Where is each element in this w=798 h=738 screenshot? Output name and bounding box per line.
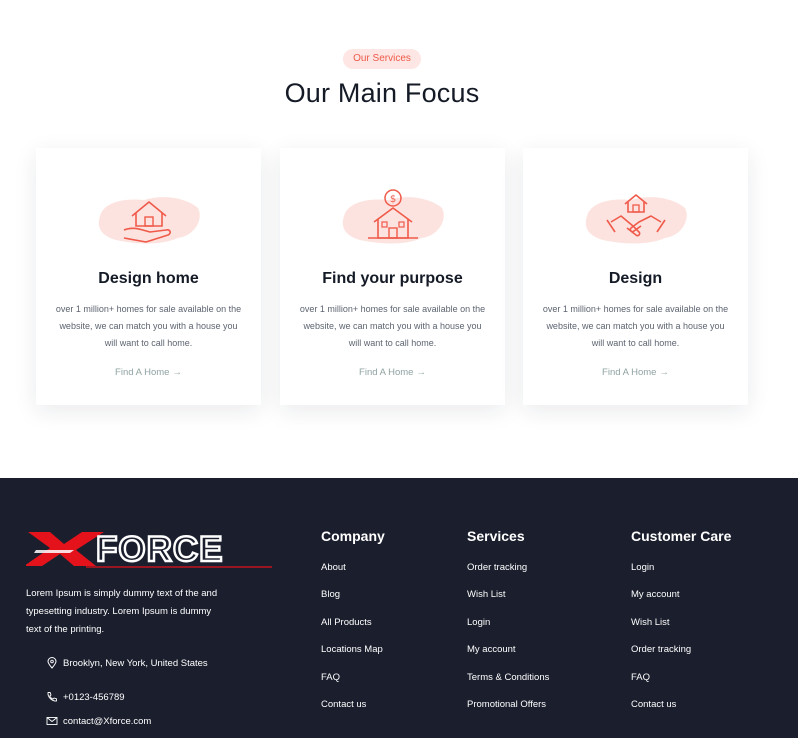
svg-text:FORCE: FORCE bbox=[96, 530, 224, 569]
footer-link-wish-list[interactable]: Wish List bbox=[467, 589, 549, 616]
card-description: over 1 million+ homes for sale available… bbox=[299, 304, 486, 348]
card-description: over 1 million+ homes for sale available… bbox=[542, 304, 729, 348]
footer-column-company: Company About Blog All Products Location… bbox=[321, 528, 385, 726]
footer-link-contact-us[interactable]: Contact us bbox=[321, 699, 385, 726]
link-list: Order tracking Wish List Login My accoun… bbox=[467, 562, 549, 726]
footer-link-faq[interactable]: FAQ bbox=[321, 672, 385, 699]
footer-link-contact-us[interactable]: Contact us bbox=[631, 699, 731, 726]
find-a-home-link[interactable]: Find A Home → bbox=[36, 367, 261, 378]
link-label: Find A Home bbox=[602, 367, 657, 378]
services-section: Our Services Our Main Focus Design home … bbox=[0, 0, 798, 478]
footer-link-all-products[interactable]: All Products bbox=[321, 617, 385, 644]
footer-link-faq[interactable]: FAQ bbox=[631, 672, 731, 699]
link-list: About Blog All Products Locations Map FA… bbox=[321, 562, 385, 726]
contact-email[interactable]: contact@Xforce.com bbox=[46, 715, 151, 727]
arrow-right-icon: → bbox=[659, 367, 669, 378]
contact-phone[interactable]: +0123-456789 bbox=[46, 691, 125, 703]
site-footer: FORCE Lorem Ipsum is simply dummy text o… bbox=[0, 478, 798, 738]
column-title: Customer Care bbox=[631, 528, 732, 544]
find-a-home-link[interactable]: Find A Home → bbox=[280, 367, 505, 378]
service-card: Design home over 1 million+ homes for sa… bbox=[36, 148, 261, 405]
link-label: Find A Home bbox=[115, 367, 170, 378]
footer-link-order-tracking[interactable]: Order tracking bbox=[631, 644, 731, 671]
service-card: Design over 1 million+ homes for sale av… bbox=[523, 148, 748, 405]
footer-column-services: Services Order tracking Wish List Login … bbox=[467, 528, 549, 726]
card-title: Find your purpose bbox=[322, 270, 463, 287]
column-title: Company bbox=[321, 528, 385, 544]
service-card: $ Find your purpose over 1 million+ home… bbox=[280, 148, 505, 405]
email-text: contact@Xforce.com bbox=[63, 715, 152, 727]
envelope-icon bbox=[46, 717, 58, 725]
footer-link-promotional-offers[interactable]: Promotional Offers bbox=[467, 699, 549, 726]
footer-link-login[interactable]: Login bbox=[631, 562, 731, 589]
house-in-hand-icon bbox=[98, 197, 200, 244]
contact-address: Brooklyn, New York, United States bbox=[46, 657, 208, 669]
address-text: Brooklyn, New York, United States bbox=[63, 657, 208, 669]
footer-link-order-tracking[interactable]: Order tracking bbox=[467, 562, 549, 589]
footer-link-about[interactable]: About bbox=[321, 562, 385, 589]
location-pin-icon bbox=[47, 657, 57, 669]
section-badge: Our Services bbox=[343, 49, 421, 69]
card-title: Design bbox=[608, 270, 663, 287]
column-title: Services bbox=[467, 528, 525, 544]
footer-link-wish-list[interactable]: Wish List bbox=[631, 617, 731, 644]
footer-column-customer-care: Customer Care Login My account Wish List… bbox=[631, 528, 731, 726]
footer-link-locations-map[interactable]: Locations Map bbox=[321, 644, 385, 671]
footer-link-terms[interactable]: Terms & Conditions bbox=[467, 672, 549, 699]
section-title: Our Main Focus bbox=[284, 78, 480, 108]
dollar-house-icon: $ bbox=[342, 189, 444, 244]
arrow-right-icon: → bbox=[172, 367, 182, 378]
footer-link-my-account[interactable]: My account bbox=[631, 589, 731, 616]
footer-link-blog[interactable]: Blog bbox=[321, 589, 385, 616]
arrow-right-icon: → bbox=[416, 367, 426, 378]
footer-about-text: Lorem Ipsum is simply dummy text of the … bbox=[26, 588, 218, 635]
footer-link-my-account[interactable]: My account bbox=[467, 644, 549, 671]
card-title: Design home bbox=[98, 270, 199, 287]
xforce-logo[interactable]: FORCE bbox=[26, 526, 276, 570]
handshake-house-icon bbox=[585, 194, 687, 244]
phone-text: +0123-456789 bbox=[63, 691, 125, 703]
phone-icon bbox=[47, 692, 57, 702]
find-a-home-link[interactable]: Find A Home → bbox=[523, 367, 748, 378]
link-label: Find A Home bbox=[359, 367, 414, 378]
card-description: over 1 million+ homes for sale available… bbox=[55, 304, 242, 348]
footer-link-login[interactable]: Login bbox=[467, 617, 549, 644]
svg-text:$: $ bbox=[390, 194, 396, 205]
link-list: Login My account Wish List Order trackin… bbox=[631, 562, 731, 726]
